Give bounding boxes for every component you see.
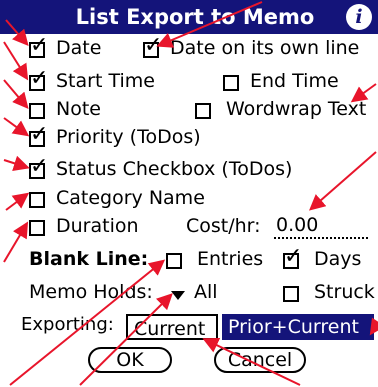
arrow (3, 155, 30, 171)
check-mark-icon: ✓ (30, 154, 49, 179)
arrow (3, 79, 29, 110)
blank-line-entries-label: Entries (197, 248, 264, 270)
note-label: Note (56, 98, 101, 120)
cost-label: Cost/hr: (186, 215, 261, 237)
date-label: Date (56, 37, 102, 59)
category-label: Category Name (56, 187, 205, 209)
exporting-current-option[interactable]: Current (126, 314, 218, 340)
status-checkbox[interactable]: ✓ (29, 156, 48, 179)
status-label: Status Checkbox (ToDos) (56, 158, 293, 180)
arrow (308, 151, 377, 211)
wordwrap-checkbox[interactable] (195, 103, 211, 119)
memo-holds-label: Memo Holds: (29, 281, 153, 303)
exporting-prior-current-option[interactable]: Prior+Current (222, 314, 374, 340)
info-icon[interactable]: i (346, 4, 372, 30)
dropdown-triangle-icon[interactable] (171, 291, 185, 300)
exporting-label: Exporting: (21, 314, 114, 335)
ok-button[interactable]: OK (88, 347, 172, 373)
check-mark-icon: ✓ (30, 66, 49, 91)
blank-line-days-checkbox[interactable]: ✓ (283, 246, 302, 269)
arrow (5, 192, 30, 211)
date-checkbox[interactable]: ✓ (29, 35, 48, 58)
check-mark-icon: ✓ (284, 244, 303, 269)
blank-line-entries-checkbox[interactable] (166, 253, 182, 269)
check-mark-icon: ✓ (30, 122, 49, 147)
check-mark-icon: ✓ (144, 33, 163, 58)
blank-line-label: Blank Line: (29, 248, 149, 270)
end-time-label: End Time (250, 70, 339, 92)
arrow (3, 41, 29, 81)
struck-label: Struck (314, 281, 375, 303)
end-time-checkbox[interactable] (223, 75, 239, 91)
priority-label: Priority (ToDos) (56, 126, 201, 148)
check-mark-icon: ✓ (30, 33, 49, 58)
date-own-line-checkbox[interactable]: ✓ (143, 35, 162, 58)
start-time-checkbox[interactable]: ✓ (29, 68, 48, 91)
date-own-line-label: Date on its own line (170, 37, 360, 59)
start-time-label: Start Time (56, 70, 155, 92)
cancel-button[interactable]: Cancel (214, 347, 306, 373)
memo-holds-value[interactable]: All (194, 281, 218, 303)
cost-per-hour-field[interactable]: 0.00 (274, 213, 368, 239)
arrow (3, 117, 30, 137)
duration-checkbox[interactable] (29, 220, 45, 236)
arrow (3, 221, 29, 263)
dialog-title: List Export to Memo (75, 5, 315, 29)
blank-line-days-label: Days (314, 248, 362, 270)
note-checkbox[interactable] (29, 103, 45, 119)
category-checkbox[interactable] (29, 192, 45, 208)
wordwrap-label: Wordwrap Text (226, 98, 367, 120)
struck-checkbox[interactable] (283, 286, 299, 302)
dialog-title-bar: List Export to Memo i (0, 0, 378, 34)
duration-label: Duration (56, 215, 139, 237)
priority-checkbox[interactable]: ✓ (29, 124, 48, 147)
